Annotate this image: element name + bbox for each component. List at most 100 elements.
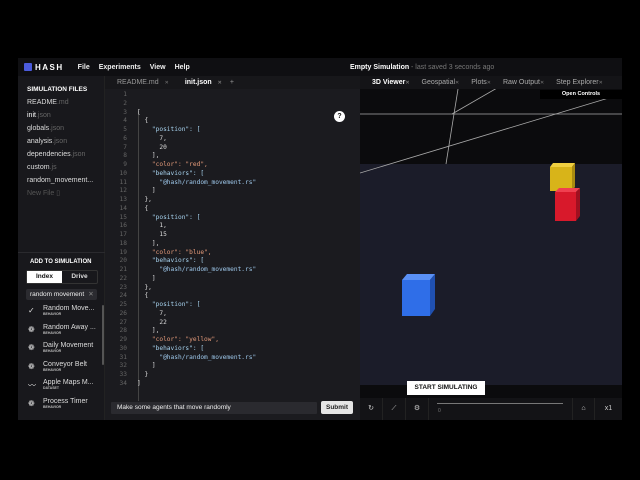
line-text: "behaviors": [	[137, 344, 205, 352]
line-number: 12	[119, 187, 127, 195]
code-line: 14 {	[105, 205, 256, 214]
menu-view[interactable]: View	[150, 64, 166, 71]
hash-logo[interactable]: HASH	[24, 63, 64, 72]
line-number: 30	[119, 344, 127, 352]
line-text: },	[137, 283, 152, 291]
tab-init-json[interactable]: init.json ✕	[179, 79, 222, 86]
file-random-movement[interactable]: random_movement...	[18, 174, 104, 187]
tab-step-explorer[interactable]: Step Explorer✕	[550, 79, 603, 86]
line-number: 25	[119, 301, 127, 308]
close-icon[interactable]: ✕	[455, 80, 459, 86]
menu-help[interactable]: Help	[175, 64, 190, 71]
code-line: 7 20	[105, 144, 256, 153]
playback-bar: ↻ ⟋ ⚙ 0 ⌂ x1	[360, 398, 622, 420]
line-text: {	[137, 292, 149, 300]
line-text: "position": [	[137, 213, 201, 221]
menu-experiments[interactable]: Experiments	[99, 64, 141, 71]
menu-file[interactable]: File	[78, 64, 90, 71]
item-type: BEHAVIOR	[43, 330, 62, 335]
file-ext: .js	[49, 164, 57, 171]
item-name: Process Timer	[43, 397, 88, 405]
close-icon[interactable]: ✕	[540, 80, 544, 86]
new-file-button[interactable]: New File ▯	[18, 187, 104, 200]
step-count: 0	[438, 408, 441, 414]
close-icon[interactable]: ✕	[599, 80, 603, 86]
file-readme[interactable]: README.md	[18, 96, 104, 109]
tab-3d-viewer[interactable]: 3D Viewer✕	[366, 79, 410, 86]
tab-index[interactable]: Index	[27, 271, 62, 283]
3d-scene[interactable]	[360, 89, 622, 385]
close-icon[interactable]: ✕	[487, 80, 491, 86]
close-icon[interactable]: ✕	[405, 80, 409, 86]
simulation-files-heading: SIMULATION FILES	[27, 86, 88, 93]
line-text: 1,	[137, 222, 167, 230]
list-scrollbar[interactable]	[102, 305, 104, 365]
start-simulating-button[interactable]: START SIMULATING	[407, 381, 485, 395]
file-ext: .json	[35, 112, 51, 119]
file-analysis[interactable]: analysis.json	[18, 135, 104, 148]
run-icon[interactable]: ⚙	[406, 398, 429, 420]
chart-icon[interactable]: ⟋	[383, 398, 406, 420]
tab-drive[interactable]: Drive	[62, 271, 97, 283]
line-number: 32	[119, 362, 127, 370]
prompt-input[interactable]: Make some agents that move randomly	[111, 402, 317, 414]
tab-raw-output[interactable]: Raw Output✕	[497, 79, 544, 86]
speed-button[interactable]: x1	[597, 398, 620, 420]
search-chip[interactable]: random movement ✕	[26, 289, 97, 300]
help-button[interactable]: ?	[334, 111, 345, 122]
code-line: 6 7,	[105, 135, 256, 144]
code-line: 34]	[105, 380, 256, 389]
line-text: [	[137, 108, 141, 116]
step-slider[interactable]	[437, 403, 563, 404]
line-number: 24	[119, 292, 127, 300]
agent-yellow-cube[interactable]	[550, 163, 575, 191]
item-type: BEHAVIOR	[43, 367, 62, 372]
item-type: BEHAVIOR	[43, 349, 62, 353]
agent-red-cube[interactable]	[555, 188, 580, 221]
agent-blue-cube[interactable]	[402, 274, 435, 316]
file-custom[interactable]: custom.js	[18, 161, 104, 174]
file-name: globals	[27, 125, 50, 132]
item-name: Random Away ...	[43, 323, 96, 331]
list-item[interactable]: ❁ Conveyor Belt BEHAVIOR	[28, 361, 105, 380]
tab-label: Geospatial	[421, 79, 456, 86]
line-text: 20	[137, 143, 167, 151]
search-value: random movement	[30, 291, 85, 298]
new-tab-button[interactable]: +	[230, 79, 234, 86]
open-controls-button[interactable]: Open Controls	[540, 90, 622, 99]
file-dependencies[interactable]: dependencies.json	[18, 148, 104, 161]
list-item[interactable]: ❁ Process Timer BEHAVIOR	[28, 398, 105, 417]
presentation-icon[interactable]: ⌂	[572, 398, 595, 420]
code-line: 2	[105, 100, 256, 109]
code-line: 16 1,	[105, 222, 256, 231]
line-text: {	[137, 204, 149, 212]
saved-status: - last saved 3 seconds ago	[411, 63, 495, 71]
code-line: 25 "position": [	[105, 301, 256, 310]
item-name: Conveyor Belt	[43, 360, 87, 368]
close-icon[interactable]: ✕	[218, 80, 222, 86]
clear-icon[interactable]: ✕	[88, 291, 93, 298]
tab-readme[interactable]: README.md ✕	[111, 79, 169, 86]
list-item[interactable]: ❁ Daily Movement BEHAVIOR	[28, 342, 105, 361]
list-item[interactable]: ✓ Random Move... BEHAVIOR	[28, 305, 105, 324]
close-icon[interactable]: ✕	[165, 80, 169, 86]
list-item[interactable]: 〰 Apple Maps M... DATASET	[28, 379, 105, 398]
code-line: 11 "@hash/random_movement.rs"	[105, 179, 257, 188]
reset-icon[interactable]: ↻	[360, 398, 383, 420]
brain-icon: ❁	[28, 324, 35, 334]
ground-plane	[360, 164, 622, 385]
list-item[interactable]: ❁ Random Away ... BEHAVIOR	[28, 324, 105, 343]
line-number: 15	[119, 213, 127, 221]
brain-icon: ❁	[28, 343, 35, 352]
tab-plots[interactable]: Plots✕	[465, 79, 491, 86]
file-init[interactable]: init.json	[18, 109, 104, 122]
tab-label: README.md	[117, 79, 159, 86]
tab-label: 3D Viewer	[372, 79, 406, 86]
submit-button[interactable]: Submit	[321, 401, 353, 414]
file-globals[interactable]: globals.json	[18, 122, 104, 135]
simulation-title[interactable]: Empty Simulation	[350, 64, 409, 71]
tab-geospatial[interactable]: Geospatial✕	[416, 79, 460, 86]
file-name: analysis	[27, 138, 53, 145]
code-area[interactable]: 1 2 3[4 {5 "position": [6 7, 7 20 8 ], 9 "col…	[105, 91, 257, 389]
tab-label: Step Explorer	[556, 79, 599, 86]
